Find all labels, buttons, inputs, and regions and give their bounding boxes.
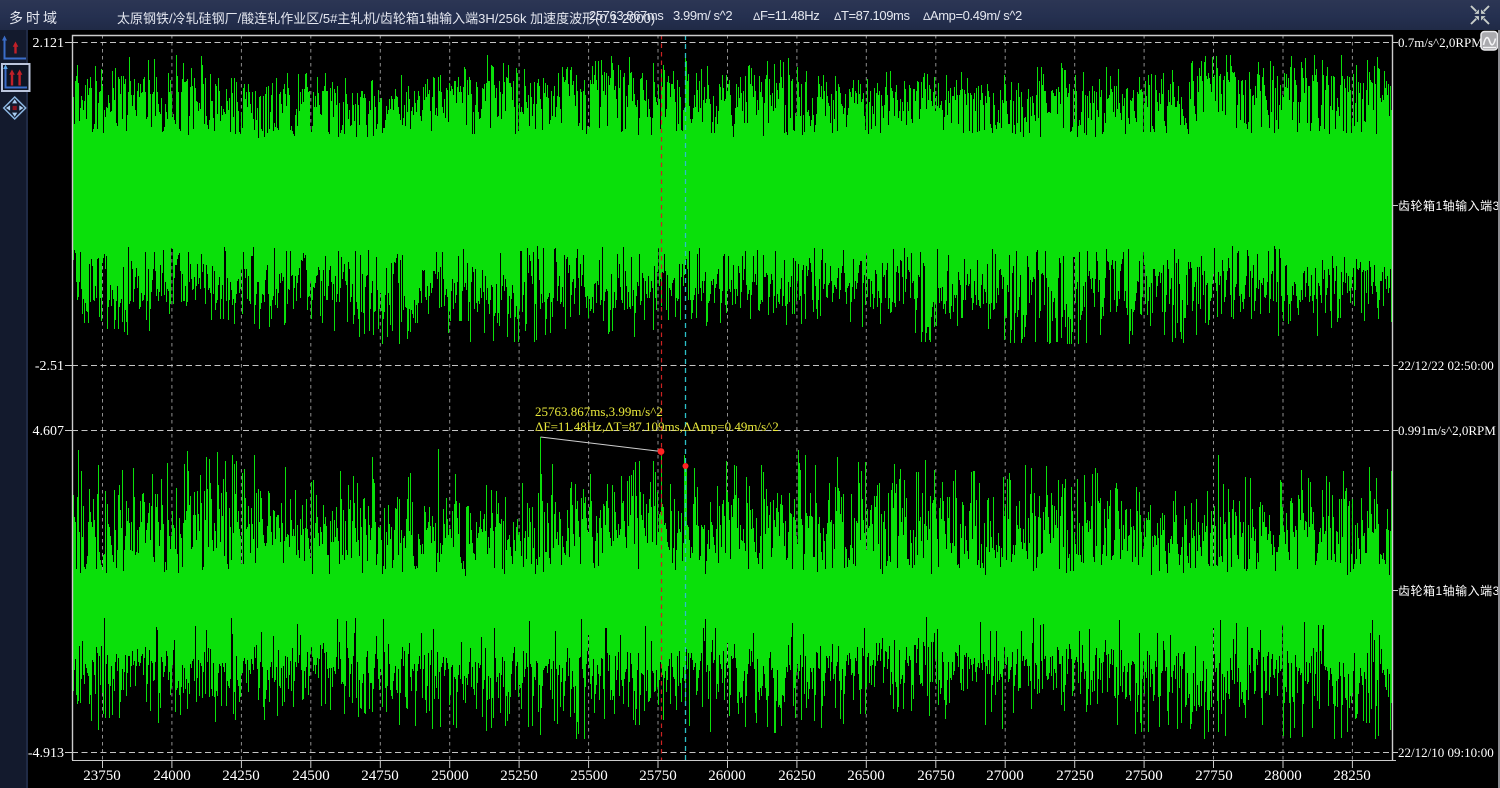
svg-text:26000: 26000 [708,768,746,784]
svg-text:25500: 25500 [570,768,608,784]
svg-text:齿轮箱1轴输入端3H: 齿轮箱1轴输入端3H [1398,583,1500,598]
svg-text:0.7m/s^2,0RPM: 0.7m/s^2,0RPM [1398,35,1483,50]
svg-text:27500: 27500 [1125,768,1163,784]
svg-text:-2.51: -2.51 [35,359,64,374]
svg-text:-4.913: -4.913 [28,746,64,761]
svg-text:25250: 25250 [500,768,538,784]
svg-text:24500: 24500 [292,768,330,784]
svg-text:2.121: 2.121 [33,36,65,51]
svg-text:27750: 27750 [1195,768,1233,784]
svg-text:25750: 25750 [639,768,677,784]
svg-text:24750: 24750 [361,768,399,784]
svg-text:24000: 24000 [153,768,191,784]
svg-text:22/12/22 02:50:00: 22/12/22 02:50:00 [1398,358,1494,373]
svg-text:25763.867ms,3.99m/s^2: 25763.867ms,3.99m/s^2 [535,404,663,419]
svg-text:24250: 24250 [222,768,260,784]
svg-text:28250: 28250 [1333,768,1371,784]
svg-text:齿轮箱1轴输入端3H: 齿轮箱1轴输入端3H [1398,198,1500,213]
svg-text:27000: 27000 [986,768,1024,784]
svg-text:26750: 26750 [917,768,955,784]
svg-text:ΔF=11.48Hz,ΔT=87.109ms,ΔAmp=0.: ΔF=11.48Hz,ΔT=87.109ms,ΔAmp=0.49m/s^2 [535,419,779,434]
svg-text:23750: 23750 [83,768,121,784]
svg-text:26250: 26250 [778,768,816,784]
svg-text:28000: 28000 [1264,768,1302,784]
svg-text:27250: 27250 [1056,768,1094,784]
svg-text:25000: 25000 [431,768,469,784]
svg-text:0.991m/s^2,0RPM: 0.991m/s^2,0RPM [1398,423,1496,438]
svg-text:26500: 26500 [847,768,885,784]
svg-text:22/12/10 09:10:00: 22/12/10 09:10:00 [1398,745,1494,760]
svg-text:4.607: 4.607 [33,424,65,439]
